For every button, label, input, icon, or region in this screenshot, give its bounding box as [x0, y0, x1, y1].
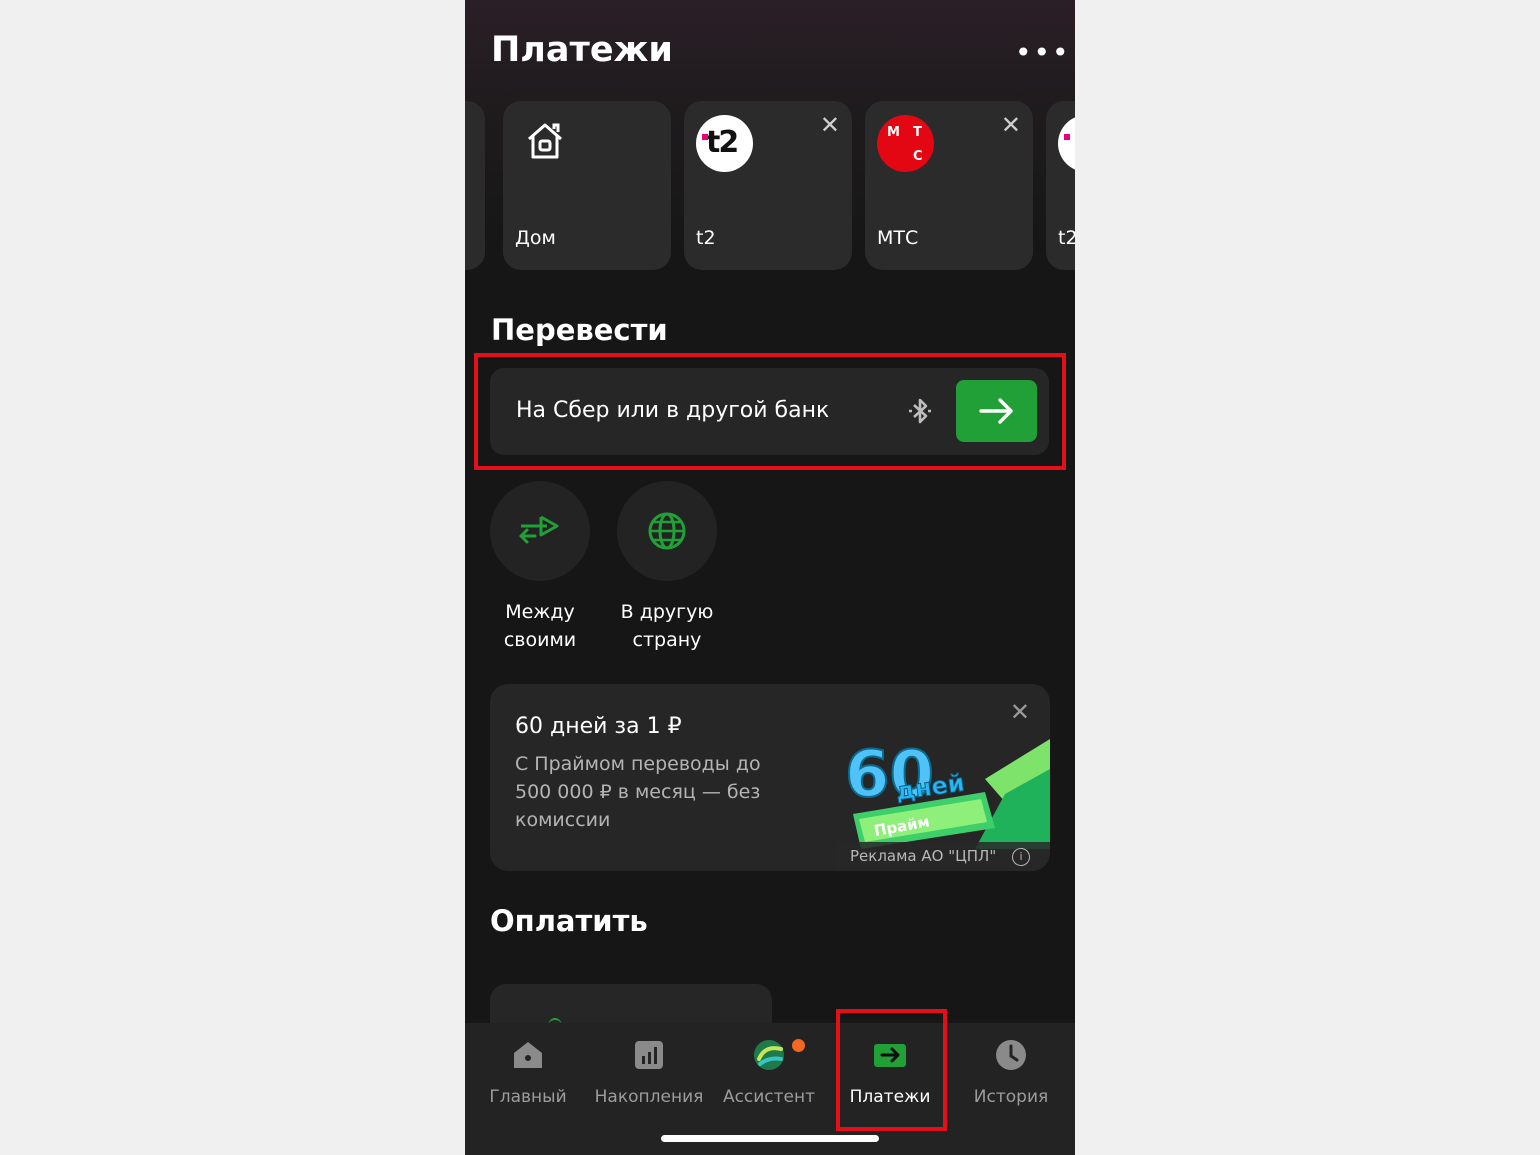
- tab-savings[interactable]: Накопления: [589, 1037, 709, 1107]
- action-label-line: В другую: [620, 601, 714, 623]
- abroad-button[interactable]: [617, 481, 717, 581]
- tab-history[interactable]: История: [951, 1037, 1071, 1107]
- quick-payment-home[interactable]: Дом: [503, 101, 671, 270]
- promo-image: Прайм 60 дней: [844, 737, 1050, 849]
- quick-payment-label: МТС: [877, 227, 919, 249]
- ad-label-text: Реклама АО "ЦПЛ": [850, 847, 997, 865]
- mts-logo-letter: М: [887, 125, 900, 140]
- section-title-transfer: Перевести: [491, 313, 668, 347]
- remove-icon[interactable]: ✕: [820, 113, 840, 137]
- action-label-line: страну: [632, 629, 702, 651]
- info-icon[interactable]: i: [1012, 848, 1030, 866]
- highlight-frame-payments-tab: [836, 1009, 947, 1131]
- quick-payment-t2[interactable]: t2 ✕ t2: [684, 101, 852, 270]
- quick-payment-label: t2: [696, 227, 716, 249]
- t2-logo-dot: [702, 134, 708, 140]
- t2-logo: [1058, 115, 1075, 172]
- chart-icon: [635, 1041, 663, 1069]
- quick-payment-label: t2: [1058, 227, 1075, 249]
- t2-logo-text: t2: [706, 125, 739, 160]
- quick-payment-tile-partial[interactable]: [465, 101, 485, 270]
- globe-icon: [648, 512, 686, 550]
- action-label-line: своими: [503, 629, 577, 651]
- tab-label: Ассистент: [722, 1087, 816, 1107]
- tab-label: Накопления: [594, 1087, 704, 1107]
- phone-screen: Платежи ••• Дом t2 ✕ t2 М Т С ✕ МТС t2 П…: [465, 0, 1075, 1155]
- tab-label: История: [973, 1087, 1049, 1107]
- ad-label[interactable]: Реклама АО "ЦПЛ" i: [836, 842, 1050, 871]
- highlight-frame-transfer: [474, 353, 1066, 470]
- between-own-label: Между своими: [470, 598, 610, 654]
- mts-logo: М Т С: [877, 115, 934, 172]
- tab-label: Главный: [489, 1087, 567, 1107]
- remove-icon[interactable]: ✕: [1001, 113, 1021, 137]
- t2-logo: t2: [696, 115, 753, 172]
- more-icon[interactable]: •••: [1015, 38, 1069, 72]
- tab-bar: Главный Накопления Ассистент Платежи Ист…: [465, 1023, 1075, 1155]
- close-icon[interactable]: ✕: [1010, 698, 1030, 726]
- section-title-pay: Оплатить: [490, 904, 648, 938]
- between-own-button[interactable]: [490, 481, 590, 581]
- promo-description: С Праймом переводы до 500 000 ₽ в месяц …: [515, 753, 761, 831]
- clock-icon: [996, 1040, 1026, 1070]
- mts-logo-letter: Т: [913, 125, 922, 140]
- quick-payment-mts[interactable]: М Т С ✕ МТС: [865, 101, 1033, 270]
- quick-payment-label: Дом: [515, 227, 556, 249]
- action-label-line: Между: [505, 601, 575, 623]
- quick-payment-t2-partial[interactable]: t2: [1046, 101, 1075, 270]
- home-indicator[interactable]: [661, 1135, 879, 1142]
- transfer-arrows-icon: [519, 515, 559, 544]
- t2-logo-dot: [1064, 134, 1070, 140]
- abroad-label: В другую страну: [597, 598, 737, 654]
- notification-dot: [792, 1039, 805, 1052]
- home-icon: [514, 1042, 542, 1068]
- page-title: Платежи: [491, 30, 673, 70]
- mts-logo-letter: С: [913, 149, 923, 164]
- promo-card[interactable]: 60 дней за 1 ₽ С Праймом переводы до 500…: [490, 684, 1050, 871]
- promo-heading: 60 дней за 1 ₽: [515, 714, 682, 739]
- assistant-icon: [754, 1040, 784, 1070]
- home-icon: [528, 123, 562, 159]
- tab-assistant[interactable]: Ассистент: [709, 1037, 829, 1107]
- tab-main[interactable]: Главный: [468, 1037, 588, 1107]
